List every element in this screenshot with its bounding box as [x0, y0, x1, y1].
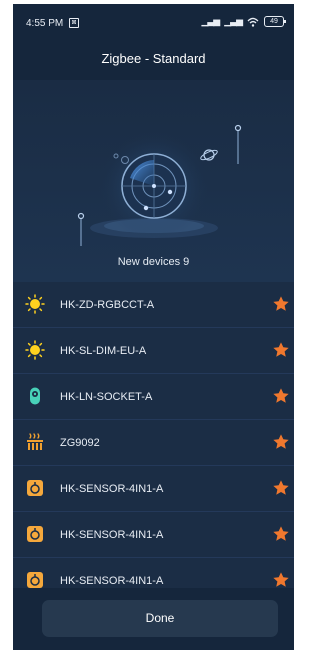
star-icon[interactable] [272, 341, 290, 359]
device-row[interactable]: HK-LN-SOCKET-A [13, 374, 294, 420]
status-time: 4:55 PM [26, 18, 64, 29]
sensor-icon [27, 480, 43, 496]
scan-area: New devices 9 [13, 80, 294, 282]
star-icon[interactable] [272, 433, 290, 451]
pin-icon-left [77, 212, 85, 246]
status-icons: ▁▃▅ ▁▃▅ 49 [201, 16, 286, 27]
star-icon[interactable] [272, 479, 290, 497]
device-name: HK-SENSOR-4IN1-A [60, 482, 164, 495]
signal-icon-2: ▁▃▅ [224, 16, 243, 26]
device-name: HK-LN-SOCKET-A [60, 390, 153, 403]
sensor-icon [27, 526, 43, 542]
device-name: HK-SENSOR-4IN1-A [60, 528, 164, 541]
socket-icon [30, 387, 40, 405]
device-row[interactable]: HK-SENSOR-4IN1-A [13, 512, 294, 558]
done-button[interactable]: Done [42, 600, 278, 637]
new-devices-count: New devices 9 [117, 256, 190, 268]
device-row[interactable]: HK-SL-DIM-EU-A [13, 328, 294, 374]
battery-icon: 49 [264, 16, 286, 27]
signal-icon: ▁▃▅ [201, 16, 220, 26]
radar-illustration [77, 124, 242, 246]
star-icon[interactable] [272, 295, 290, 313]
star-icon[interactable] [272, 571, 290, 589]
device-name: HK-SENSOR-4IN1-A [60, 574, 164, 587]
radar-blip [143, 205, 149, 211]
page-header: Zigbee - Standard [13, 38, 294, 80]
device-name: ZG9092 [60, 436, 100, 449]
device-list: HK-ZD-RGBCCT-A HK-SL-DIM-EU-A HK-LN-SOCK… [13, 282, 294, 604]
status-bar: 4:55 PM ⊠ ▁▃▅ ▁▃▅ 49 [13, 4, 294, 38]
bulb-icon [25, 340, 45, 360]
bulb-icon [25, 294, 45, 314]
phone-screen: 4:55 PM ⊠ ▁▃▅ ▁▃▅ 49 Zigbee - Standard N… [13, 4, 294, 650]
device-row[interactable]: ZG9092 [13, 420, 294, 466]
bottom-bar: Done [13, 588, 294, 650]
device-name: HK-ZD-RGBCCT-A [60, 298, 155, 311]
device-name: HK-SL-DIM-EU-A [60, 344, 147, 357]
star-icon[interactable] [272, 387, 290, 405]
device-row[interactable]: HK-SENSOR-4IN1-A [13, 466, 294, 512]
wifi-icon [247, 17, 259, 27]
page-title: Zigbee - Standard [101, 51, 206, 66]
heater-icon [27, 433, 43, 450]
star-icon[interactable] [272, 525, 290, 543]
radar-blip [167, 189, 173, 195]
planet-icon [200, 149, 218, 161]
pin-icon-right [234, 124, 242, 164]
device-row[interactable]: HK-ZD-RGBCCT-A [13, 282, 294, 328]
notification-icon: ⊠ [69, 18, 79, 28]
sensor-icon [27, 572, 43, 588]
